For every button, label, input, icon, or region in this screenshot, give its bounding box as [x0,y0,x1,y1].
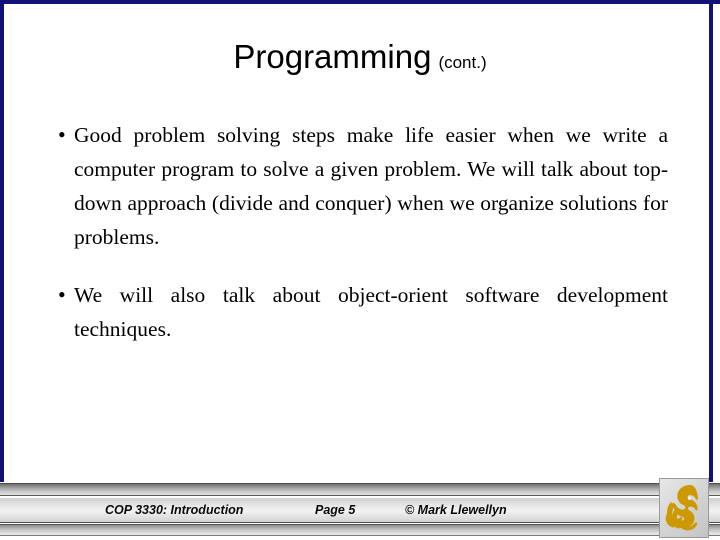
slide-title: Programming (cont.) [0,38,720,76]
bullet-marker-icon: • [58,282,66,307]
bullet-text: Good problem solving steps make life eas… [74,123,668,249]
footer-band-base [0,535,720,540]
ucf-pegasus-logo-icon [659,478,709,538]
slide-body: • Good problem solving steps make life e… [48,118,668,346]
slide-canvas: Programming (cont.) • Good problem solvin… [0,0,720,540]
footer-copyright: © Mark Llewellyn [405,503,507,517]
bullet-item: • Good problem solving steps make life e… [48,118,668,254]
bullet-marker-icon: • [58,122,66,147]
slide-border-top [0,0,720,4]
slide-title-main: Programming [233,38,432,75]
pegasus-glyph [665,485,698,531]
slide-title-suffix: (cont.) [438,53,487,72]
footer-course-label: COP 3330: Introduction [105,503,244,517]
footer-page-number: Page 5 [315,503,356,517]
pegasus-eye [687,496,691,500]
bullet-text: We will also talk about object-orient so… [74,283,668,341]
bullet-item: • We will also talk about object-orient … [48,278,668,346]
